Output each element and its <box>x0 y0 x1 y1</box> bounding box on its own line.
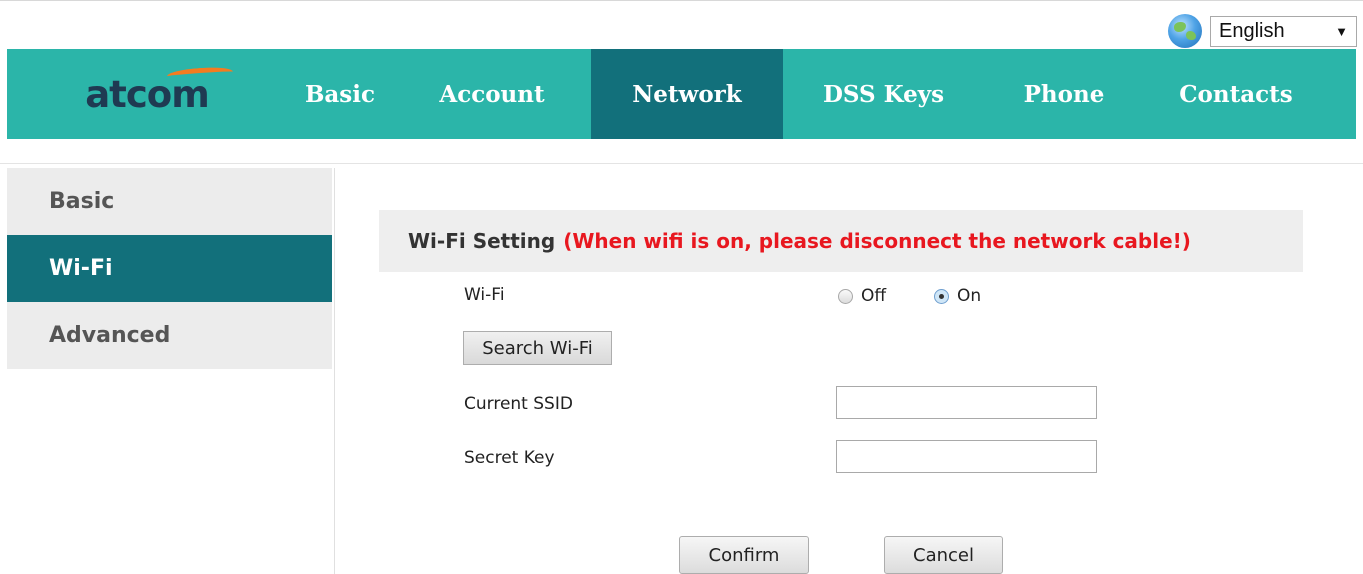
language-select[interactable]: English ▼ <box>1210 15 1357 47</box>
cancel-button[interactable]: Cancel <box>884 536 1003 574</box>
secret-key-input[interactable] <box>836 440 1097 473</box>
radio-on-dot[interactable] <box>934 288 949 304</box>
secret-key-label: Secret Key <box>464 448 555 468</box>
main-navbar: atcom Basic Account Network DSS Keys Pho… <box>7 49 1356 139</box>
wifi-label: Wi-Fi <box>464 285 505 305</box>
atcom-logo[interactable]: atcom <box>7 49 287 139</box>
top-strip: English ▼ <box>0 0 1363 48</box>
content-divider <box>334 168 335 574</box>
nav-tab-contacts[interactable]: Contacts <box>1144 49 1328 139</box>
language-selected: English <box>1219 19 1285 42</box>
sidebar-item-basic[interactable]: Basic <box>7 168 332 235</box>
dropdown-arrow-icon: ▼ <box>1335 23 1348 39</box>
current-ssid-input[interactable] <box>836 386 1097 419</box>
current-ssid-label: Current SSID <box>464 394 573 414</box>
nav-tab-network[interactable]: Network <box>591 49 783 139</box>
search-wifi-button[interactable]: Search Wi-Fi <box>463 331 612 365</box>
radio-off-dot[interactable] <box>838 288 853 304</box>
panel-warning: (When wifi is on, please disconnect the … <box>563 229 1191 253</box>
nav-tab-account[interactable]: Account <box>393 49 591 139</box>
logo-swoosh-icon <box>166 65 234 83</box>
nav-tab-basic[interactable]: Basic <box>287 49 393 139</box>
panel-header: Wi-Fi Setting (When wifi is on, please d… <box>379 210 1303 272</box>
sidebar-item-advanced[interactable]: Advanced <box>7 302 332 369</box>
radio-on-label: On <box>957 286 982 306</box>
sidebar-item-wifi[interactable]: Wi-Fi <box>7 235 332 302</box>
divider <box>0 163 1363 164</box>
wifi-off-radio[interactable]: Off <box>838 286 886 306</box>
panel-title: Wi-Fi Setting <box>408 229 556 253</box>
confirm-button[interactable]: Confirm <box>679 536 809 574</box>
wifi-on-radio[interactable]: On <box>934 286 981 306</box>
nav-tab-dss-keys[interactable]: DSS Keys <box>783 49 984 139</box>
sidebar: Basic Wi-Fi Advanced <box>7 168 332 369</box>
globe-icon <box>1168 14 1202 48</box>
radio-off-label: Off <box>861 286 887 306</box>
nav-tab-phone[interactable]: Phone <box>984 49 1144 139</box>
language-area: English ▼ <box>1168 14 1357 48</box>
